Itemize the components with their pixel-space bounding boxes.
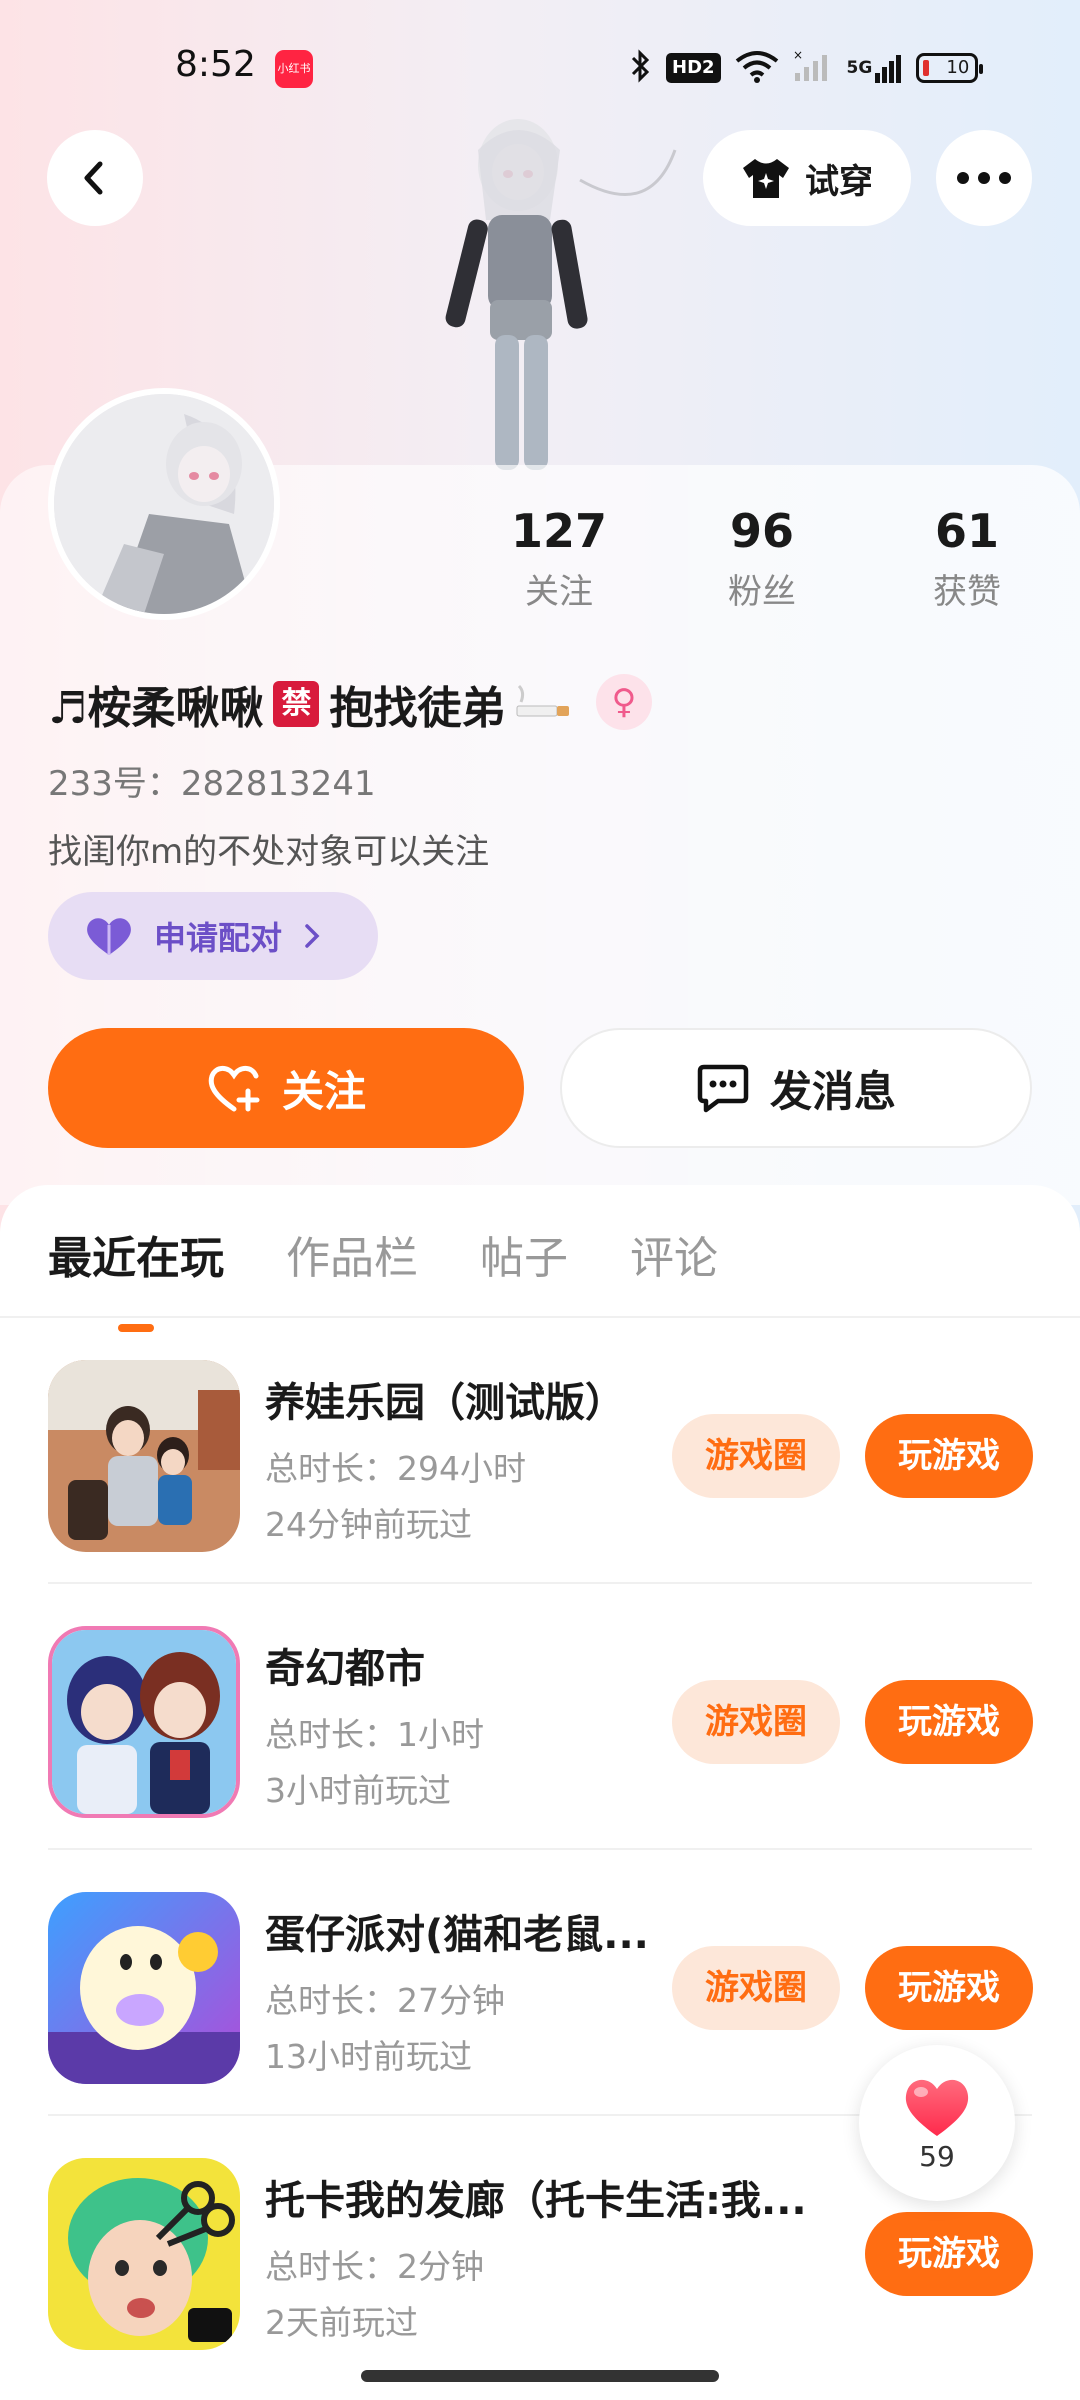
tshirt-icon — [743, 159, 789, 198]
wifi-icon — [735, 49, 779, 87]
chat-bubble-icon — [697, 1064, 749, 1113]
send-message-button[interactable]: 发消息 — [560, 1028, 1032, 1148]
play-game-button[interactable]: 玩游戏 — [865, 1946, 1033, 2030]
try-on-button[interactable]: 试穿 — [703, 130, 911, 226]
signal-icon-1: × — [793, 48, 833, 87]
tab-comments[interactable]: 评论 — [630, 1222, 718, 1286]
game-last-played: 24分钟前玩过 — [265, 1505, 472, 1544]
game-last-played: 13小时前玩过 — [265, 2037, 472, 2076]
stat-following[interactable]: 127 关注 — [474, 504, 644, 613]
apply-match-button[interactable]: 申请配对 — [48, 892, 378, 980]
more-dots-icon — [957, 172, 1011, 184]
more-options-button[interactable] — [936, 130, 1032, 226]
cigarette-emoji-icon — [516, 684, 570, 717]
stat-likes[interactable]: 61 获赞 — [882, 504, 1052, 613]
heart-icon — [905, 2079, 969, 2136]
stat-likes-value: 61 — [934, 504, 999, 558]
stat-followers-label: 粉丝 — [728, 572, 796, 612]
game-circle-button[interactable]: 游戏圈 — [672, 1680, 840, 1764]
game-title: 蛋仔派对(猫和老鼠... — [265, 1912, 649, 1958]
status-time: 8:52 — [175, 44, 256, 85]
heart-plus-icon — [208, 1065, 260, 1112]
avatar-image — [54, 394, 274, 614]
female-gender-badge: ♀ — [596, 674, 652, 730]
send-message-label: 发消息 — [769, 1066, 896, 1116]
follow-label: 关注 — [281, 1066, 366, 1116]
stat-followers-value: 96 — [729, 504, 794, 558]
prohibited-emoji: 禁 — [273, 681, 320, 727]
game-circle-button[interactable]: 游戏圈 — [672, 1414, 840, 1498]
game-icon-baby-park — [48, 1360, 240, 1552]
stat-following-label: 关注 — [525, 572, 593, 612]
try-on-label: 试穿 — [805, 161, 873, 202]
game-last-played: 2天前玩过 — [265, 2303, 418, 2342]
game-title: 奇幻都市 — [265, 1646, 425, 1692]
signal-icon-5g: 5G — [847, 51, 903, 85]
hd-voice-icon: HD2 — [666, 53, 721, 83]
game-duration: 总时长：2分钟 — [265, 2247, 484, 2286]
notification-app-icon: 小红书 — [275, 50, 313, 88]
tab-recently-played[interactable]: 最近在玩 — [48, 1222, 224, 1286]
game-icon-fantasy-city — [48, 1626, 240, 1818]
game-circle-button[interactable]: 游戏圈 — [672, 1946, 840, 2030]
back-button[interactable] — [47, 130, 143, 226]
game-title: 托卡我的发廊（托卡生活:我... — [265, 2178, 807, 2224]
home-indicator[interactable] — [361, 2370, 719, 2382]
stat-followers[interactable]: 96 粉丝 — [677, 504, 847, 613]
apply-match-label: 申请配对 — [154, 919, 283, 957]
svg-text:×: × — [793, 49, 803, 62]
game-duration: 总时长：27分钟 — [265, 1981, 505, 2020]
username: ♬桉柔啾啾 禁 抱找徒弟 — [48, 672, 573, 736]
play-game-button[interactable]: 玩游戏 — [865, 2212, 1033, 2296]
game-icon-eggy-party — [48, 1892, 240, 2084]
play-game-button[interactable]: 玩游戏 — [865, 1414, 1033, 1498]
avatar[interactable] — [48, 388, 280, 620]
tab-bar: 最近在玩 作品栏 帖子 评论 — [48, 1222, 718, 1286]
bluetooth-icon — [630, 49, 652, 87]
tab-posts[interactable]: 帖子 — [480, 1222, 568, 1286]
battery-icon: 10 — [916, 53, 984, 83]
game-title: 养娃乐园（测试版） — [265, 1380, 625, 1426]
like-floating-button[interactable]: 59 — [859, 2045, 1015, 2201]
chevron-right-icon — [305, 924, 320, 948]
like-count: 59 — [919, 2139, 955, 2173]
list-item[interactable]: 养娃乐园（测试版） 总时长：294小时 24分钟前玩过 游戏圈 玩游戏 — [48, 1318, 1033, 1584]
follow-button[interactable]: 关注 — [48, 1028, 524, 1148]
avatar-3d-figure — [445, 119, 677, 470]
stat-following-value: 127 — [510, 504, 608, 558]
list-item[interactable]: 奇幻都市 总时长：1小时 3小时前玩过 游戏圈 玩游戏 — [48, 1584, 1033, 1850]
user-id: 233号：282813241 — [48, 764, 376, 804]
status-icons: HD2 × 5G 10 — [630, 46, 984, 90]
chevron-left-icon — [84, 161, 103, 195]
game-icon-toca-hair-salon — [48, 2158, 240, 2350]
username-part-2: 抱找徒弟 — [329, 683, 506, 734]
tab-works[interactable]: 作品栏 — [286, 1222, 418, 1286]
game-duration: 总时长：294小时 — [265, 1449, 526, 1488]
stat-likes-label: 获赞 — [933, 572, 1001, 612]
username-part-1: ♬桉柔啾啾 — [48, 683, 264, 734]
bio: 找闺你m的不处对象可以关注 — [48, 832, 490, 872]
heart-icon — [87, 918, 131, 955]
play-game-button[interactable]: 玩游戏 — [865, 1680, 1033, 1764]
game-duration: 总时长：1小时 — [265, 1715, 484, 1754]
game-last-played: 3小时前玩过 — [265, 1771, 451, 1810]
